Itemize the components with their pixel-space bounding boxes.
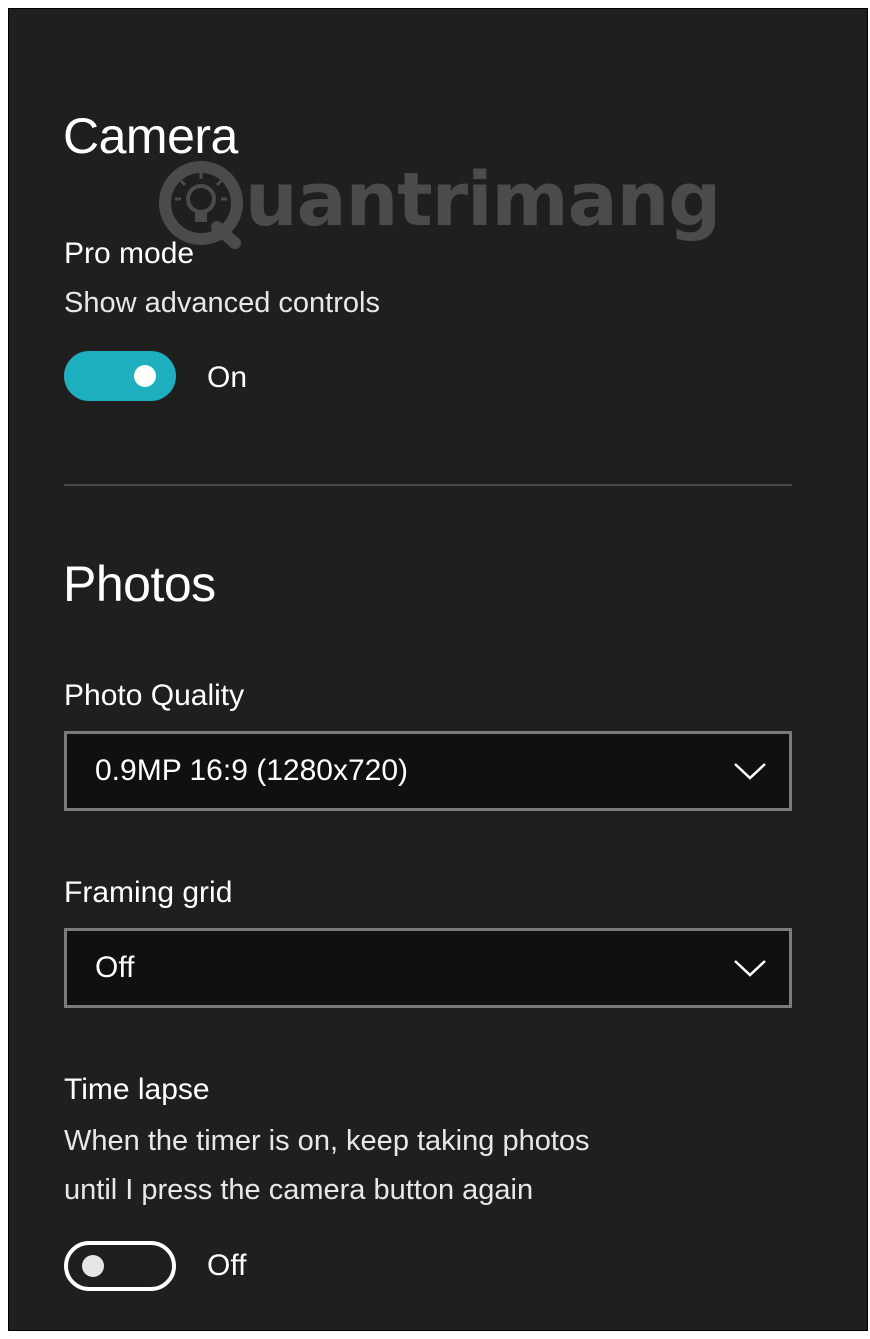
pro-mode-description: Show advanced controls <box>64 287 380 319</box>
chevron-down-icon <box>733 958 767 978</box>
photo-quality-value: 0.9MP 16:9 (1280x720) <box>95 754 408 787</box>
photos-section-title: Photos <box>63 556 216 612</box>
time-lapse-description-line2: until I press the camera button again <box>64 1174 534 1206</box>
framing-grid-value: Off <box>95 951 135 984</box>
photo-quality-dropdown[interactable]: 0.9MP 16:9 (1280x720) <box>64 731 792 811</box>
toggle-knob <box>82 1255 104 1277</box>
time-lapse-label: Time lapse <box>64 1073 210 1106</box>
chevron-down-icon <box>733 761 767 781</box>
photo-quality-label: Photo Quality <box>64 679 245 712</box>
toggle-knob <box>134 365 156 387</box>
pro-mode-label: Pro mode <box>64 237 195 270</box>
time-lapse-description-line1: When the timer is on, keep taking photos <box>64 1125 590 1157</box>
lightbulb-q-logo-icon <box>155 157 247 249</box>
time-lapse-toggle[interactable] <box>64 1241 176 1291</box>
watermark-text: uantrimang <box>245 157 721 243</box>
pro-mode-toggle[interactable] <box>64 351 176 401</box>
camera-section-title: Camera <box>63 108 238 164</box>
framing-grid-dropdown[interactable]: Off <box>64 928 792 1008</box>
time-lapse-state-label: Off <box>207 1249 247 1282</box>
settings-panel: uantrimang Camera Pro mode Show advanced… <box>8 8 868 1331</box>
pro-mode-state-label: On <box>207 361 248 394</box>
framing-grid-label: Framing grid <box>64 876 233 909</box>
watermark-logo: uantrimang <box>155 157 721 249</box>
section-divider <box>64 484 792 486</box>
